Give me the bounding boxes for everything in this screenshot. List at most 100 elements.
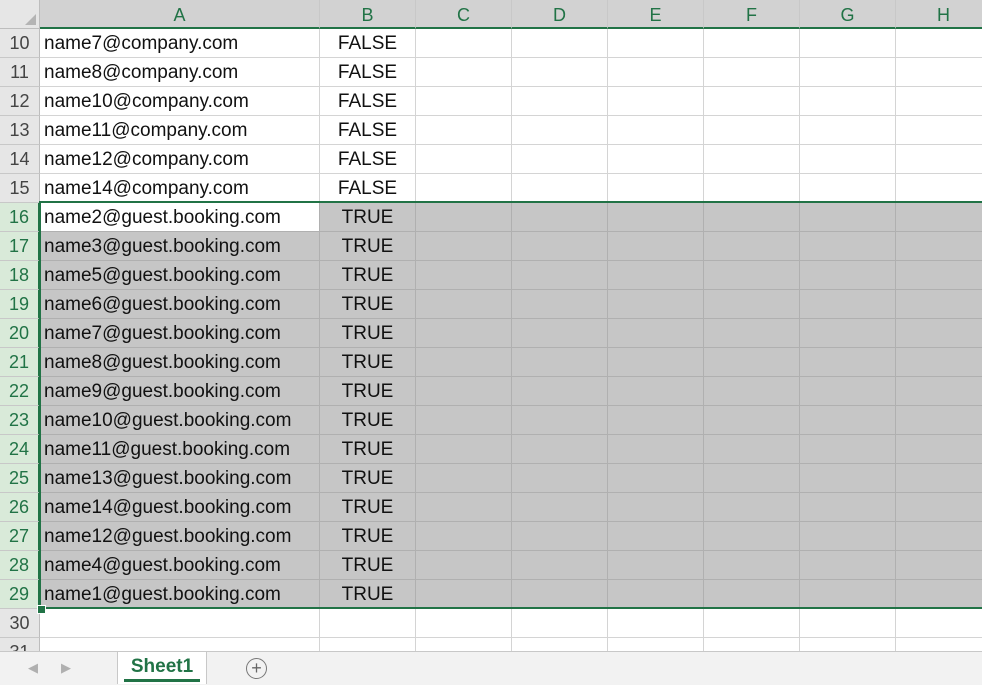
cell-a25[interactable]: name13@guest.booking.com: [40, 464, 320, 493]
cell-f31[interactable]: [704, 638, 800, 651]
row-header-25[interactable]: 25: [0, 464, 40, 493]
cell-a27[interactable]: name12@guest.booking.com: [40, 522, 320, 551]
cell-c28[interactable]: [416, 551, 512, 580]
cell-c31[interactable]: [416, 638, 512, 651]
cell-e29[interactable]: [608, 580, 704, 609]
cell-b15[interactable]: FALSE: [320, 174, 416, 203]
row-header-22[interactable]: 22: [0, 377, 40, 406]
cell-f29[interactable]: [704, 580, 800, 609]
cell-h16[interactable]: [896, 203, 982, 232]
row-header-18[interactable]: 18: [0, 261, 40, 290]
cell-e22[interactable]: [608, 377, 704, 406]
cell-h25[interactable]: [896, 464, 982, 493]
row-header-12[interactable]: 12: [0, 87, 40, 116]
cell-h10[interactable]: [896, 29, 982, 58]
cell-g15[interactable]: [800, 174, 896, 203]
cell-e21[interactable]: [608, 348, 704, 377]
cell-a11[interactable]: name8@company.com: [40, 58, 320, 87]
cell-e27[interactable]: [608, 522, 704, 551]
cell-b31[interactable]: [320, 638, 416, 651]
cell-f12[interactable]: [704, 87, 800, 116]
cell-d30[interactable]: [512, 609, 608, 638]
cell-f22[interactable]: [704, 377, 800, 406]
cell-c23[interactable]: [416, 406, 512, 435]
cell-a13[interactable]: name11@company.com: [40, 116, 320, 145]
cell-e24[interactable]: [608, 435, 704, 464]
select-all-corner[interactable]: [0, 0, 40, 29]
cell-g25[interactable]: [800, 464, 896, 493]
cell-d24[interactable]: [512, 435, 608, 464]
cell-f25[interactable]: [704, 464, 800, 493]
cell-c30[interactable]: [416, 609, 512, 638]
cell-b17[interactable]: TRUE: [320, 232, 416, 261]
cell-e12[interactable]: [608, 87, 704, 116]
cell-d18[interactable]: [512, 261, 608, 290]
cell-e15[interactable]: [608, 174, 704, 203]
cell-e25[interactable]: [608, 464, 704, 493]
cell-c29[interactable]: [416, 580, 512, 609]
cell-b30[interactable]: [320, 609, 416, 638]
cell-d25[interactable]: [512, 464, 608, 493]
row-header-16[interactable]: 16: [0, 203, 40, 232]
sheet-tab-sheet1[interactable]: Sheet1: [117, 652, 207, 684]
cell-b28[interactable]: TRUE: [320, 551, 416, 580]
cell-g11[interactable]: [800, 58, 896, 87]
cell-h31[interactable]: [896, 638, 982, 651]
cell-h15[interactable]: [896, 174, 982, 203]
cell-c12[interactable]: [416, 87, 512, 116]
row-header-24[interactable]: 24: [0, 435, 40, 464]
cell-h29[interactable]: [896, 580, 982, 609]
cell-h20[interactable]: [896, 319, 982, 348]
row-header-13[interactable]: 13: [0, 116, 40, 145]
cell-d22[interactable]: [512, 377, 608, 406]
cell-b16[interactable]: TRUE: [320, 203, 416, 232]
cell-b21[interactable]: TRUE: [320, 348, 416, 377]
cell-c24[interactable]: [416, 435, 512, 464]
cell-c10[interactable]: [416, 29, 512, 58]
row-header-11[interactable]: 11: [0, 58, 40, 87]
cell-g13[interactable]: [800, 116, 896, 145]
col-header-h[interactable]: H: [896, 0, 982, 29]
cell-a29[interactable]: name1@guest.booking.com: [40, 580, 320, 609]
cell-h24[interactable]: [896, 435, 982, 464]
cell-f10[interactable]: [704, 29, 800, 58]
cell-f30[interactable]: [704, 609, 800, 638]
row-header-10[interactable]: 10: [0, 29, 40, 58]
cell-b22[interactable]: TRUE: [320, 377, 416, 406]
cell-c14[interactable]: [416, 145, 512, 174]
cell-b29[interactable]: TRUE: [320, 580, 416, 609]
cell-d20[interactable]: [512, 319, 608, 348]
cell-d14[interactable]: [512, 145, 608, 174]
cell-d31[interactable]: [512, 638, 608, 651]
cell-c21[interactable]: [416, 348, 512, 377]
cell-e30[interactable]: [608, 609, 704, 638]
col-header-a[interactable]: A: [40, 0, 320, 29]
cell-h26[interactable]: [896, 493, 982, 522]
cell-b19[interactable]: TRUE: [320, 290, 416, 319]
cell-e14[interactable]: [608, 145, 704, 174]
cell-f17[interactable]: [704, 232, 800, 261]
cell-b24[interactable]: TRUE: [320, 435, 416, 464]
cell-a19[interactable]: name6@guest.booking.com: [40, 290, 320, 319]
cell-d26[interactable]: [512, 493, 608, 522]
cell-c27[interactable]: [416, 522, 512, 551]
cell-d10[interactable]: [512, 29, 608, 58]
cell-h19[interactable]: [896, 290, 982, 319]
cell-a18[interactable]: name5@guest.booking.com: [40, 261, 320, 290]
cell-a20[interactable]: name7@guest.booking.com: [40, 319, 320, 348]
cell-e10[interactable]: [608, 29, 704, 58]
cell-b12[interactable]: FALSE: [320, 87, 416, 116]
cell-h13[interactable]: [896, 116, 982, 145]
cell-g17[interactable]: [800, 232, 896, 261]
cell-c26[interactable]: [416, 493, 512, 522]
cell-a15[interactable]: name14@company.com: [40, 174, 320, 203]
cell-b11[interactable]: FALSE: [320, 58, 416, 87]
row-header-19[interactable]: 19: [0, 290, 40, 319]
col-header-d[interactable]: D: [512, 0, 608, 29]
cell-g20[interactable]: [800, 319, 896, 348]
cell-f27[interactable]: [704, 522, 800, 551]
cell-d11[interactable]: [512, 58, 608, 87]
cell-a30[interactable]: [40, 609, 320, 638]
cell-g30[interactable]: [800, 609, 896, 638]
cell-f11[interactable]: [704, 58, 800, 87]
